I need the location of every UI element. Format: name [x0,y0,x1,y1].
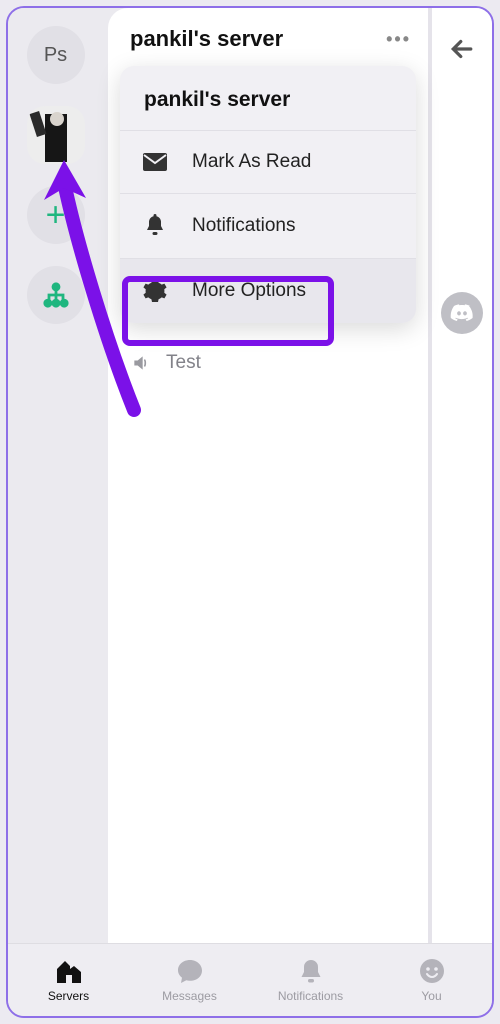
nav-label: You [421,989,441,1003]
channel-label: Test [166,352,201,374]
menu-label: Mark As Read [192,151,311,173]
arrow-left-icon [447,34,477,64]
discord-icon [450,301,474,325]
speaker-icon [130,353,152,373]
menu-label: More Options [192,280,306,302]
nav-messages[interactable]: Messages [129,944,250,1016]
avatar-image [27,106,85,164]
app-frame: Ps + pankil's server ••• [6,6,494,1018]
nav-label: Messages [162,989,217,1003]
nav-servers[interactable]: Servers [8,944,129,1016]
nav-you[interactable]: You [371,944,492,1016]
server-rail: Ps + [8,8,103,962]
bell-icon [299,957,323,985]
menu-mark-as-read[interactable]: Mark As Read [120,130,416,193]
server-menu-icon[interactable]: ••• [386,29,411,50]
menu-notifications[interactable]: Notifications [120,193,416,258]
discord-logo-button[interactable] [441,292,483,334]
nav-label: Notifications [278,989,343,1003]
menu-more-options[interactable]: More Options [120,258,416,323]
workspace-chip-ps[interactable]: Ps [27,26,85,84]
back-button[interactable] [447,34,477,72]
bell-icon [142,214,168,238]
discover-button[interactable] [27,266,85,324]
server-avatar-pankil[interactable] [27,106,85,164]
server-header[interactable]: pankil's server ••• [108,26,433,68]
popover-title: pankil's server [120,66,416,130]
bottom-nav: Servers Messages Notifications You [8,943,492,1016]
channel-test[interactable]: Test [108,340,433,386]
menu-label: Notifications [192,215,296,237]
gear-icon [142,279,168,303]
server-title: pankil's server [130,26,283,52]
nav-label: Servers [48,989,89,1003]
right-panel [428,8,492,970]
servers-icon [54,957,84,985]
mail-icon [142,152,168,172]
add-server-button[interactable]: + [27,186,85,244]
nav-notifications[interactable]: Notifications [250,944,371,1016]
hub-icon [42,281,70,309]
face-icon [418,957,446,985]
messages-icon [176,957,204,985]
server-options-popover: pankil's server Mark As Read Notificatio… [120,66,416,323]
